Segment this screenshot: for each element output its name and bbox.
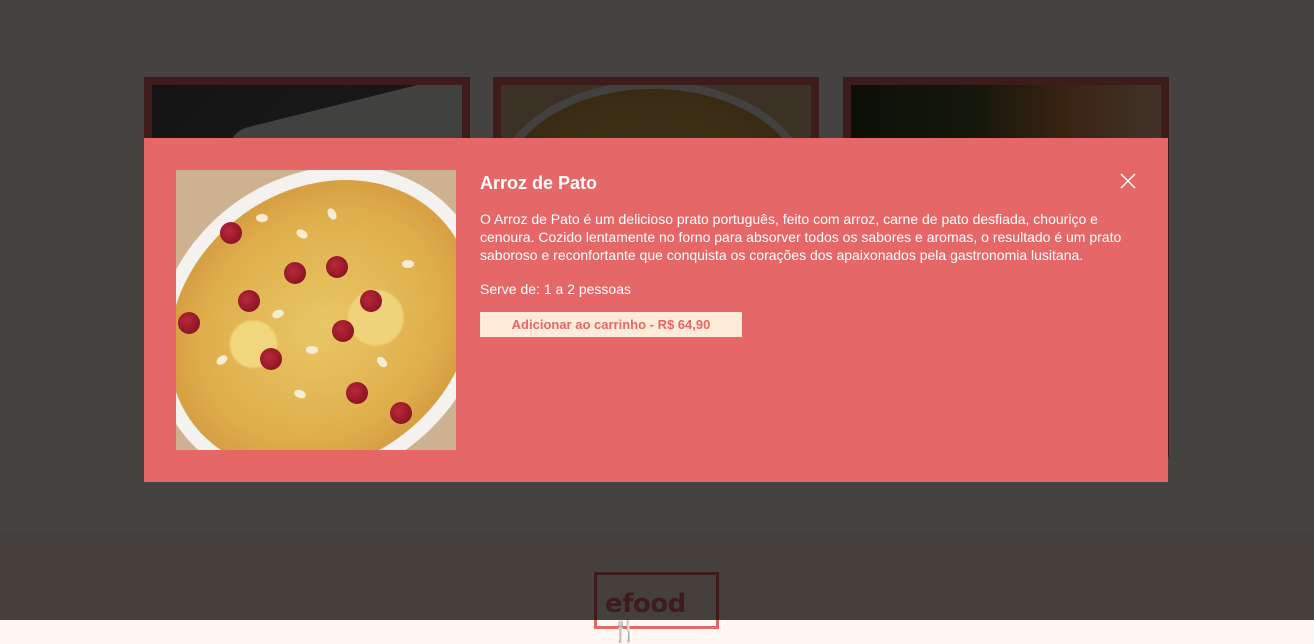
dish-photo	[176, 170, 456, 450]
close-button[interactable]	[1118, 171, 1138, 191]
close-icon	[1120, 173, 1136, 189]
modal-title: Arroz de Pato	[480, 173, 598, 193]
product-description: O Arroz de Pato é um delicioso prato por…	[480, 211, 1122, 263]
modal-content: Arroz de Pato O Arroz de Pato é um delic…	[480, 172, 1140, 337]
add-to-cart-button[interactable]: Adicionar ao carrinho - R$ 64,90	[480, 312, 742, 337]
cutlery-icon: 🍴	[611, 619, 638, 644]
serving-info: Serve de: 1 a 2 pessoas	[480, 281, 631, 297]
product-modal: Arroz de Pato O Arroz de Pato é um delic…	[144, 138, 1168, 482]
dish-plate	[176, 170, 456, 450]
